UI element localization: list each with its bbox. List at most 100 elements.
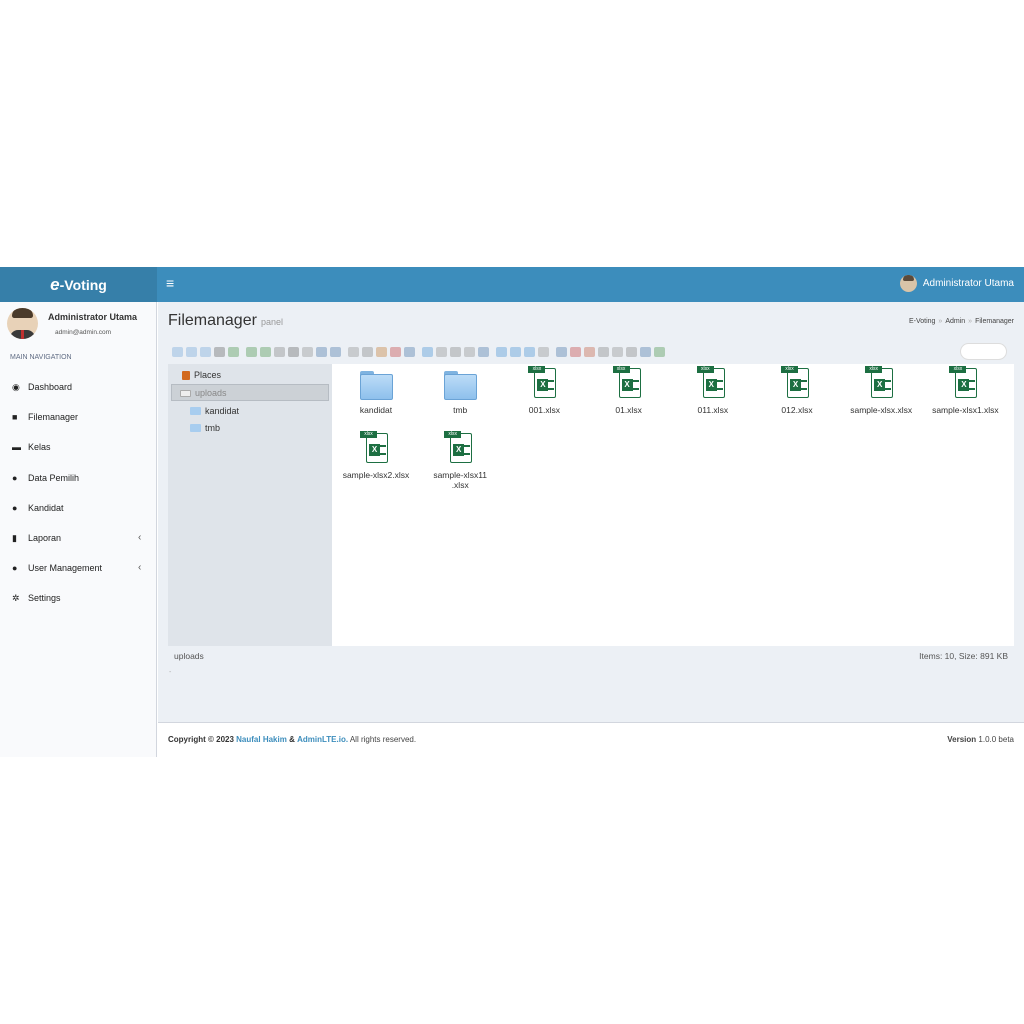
toolbar-button-icon[interactable] bbox=[274, 347, 285, 357]
toolbar-button-icon[interactable] bbox=[496, 347, 507, 357]
file-grid: kandidat tmb xlsx X 001.xlsx xlsx X 01.xlsx xlsx… bbox=[334, 364, 1014, 646]
breadcrumb-admin[interactable]: Admin bbox=[945, 318, 965, 325]
author-link[interactable]: Naufal Hakim bbox=[236, 735, 287, 744]
copyright-text: Copyright © 2023 bbox=[168, 735, 234, 744]
sidebar-item-laporan[interactable]: ▮ Laporan ‹ bbox=[0, 529, 156, 559]
toolbar-button-icon[interactable] bbox=[640, 347, 651, 357]
toolbar-button-icon[interactable] bbox=[186, 347, 197, 357]
toolbar-button-icon[interactable] bbox=[390, 347, 401, 357]
tree-item-kandidat[interactable]: kandidat bbox=[190, 406, 239, 416]
hamburger-icon[interactable]: ≡ bbox=[166, 275, 174, 291]
toolbar-button-icon[interactable] bbox=[612, 347, 623, 357]
sidebar-item-settings[interactable]: ✲ Settings bbox=[0, 589, 156, 619]
toolbar-button-icon[interactable] bbox=[436, 347, 447, 357]
sidebar-item-label: Kelas bbox=[28, 442, 51, 453]
folder-icon bbox=[443, 371, 477, 400]
toolbar-button-icon[interactable] bbox=[302, 347, 313, 357]
status-path: uploads bbox=[174, 651, 204, 661]
toolbar-button-icon[interactable] bbox=[478, 347, 489, 357]
sidebar-item-user-management[interactable]: ● User Management ‹ bbox=[0, 559, 156, 589]
toolbar-button-icon[interactable] bbox=[172, 347, 183, 357]
file-item[interactable]: xlsx X 012.xlsx bbox=[755, 366, 839, 415]
file-item[interactable]: xlsx X 011.xlsx bbox=[671, 366, 755, 415]
folder-item[interactable]: kandidat bbox=[334, 366, 418, 415]
excel-file-icon: xlsx X bbox=[865, 366, 897, 400]
toolbar-button-icon[interactable] bbox=[376, 347, 387, 357]
file-name: kandidat bbox=[359, 405, 393, 415]
excel-file-icon: xlsx X bbox=[696, 366, 729, 400]
content-wrapper: Filemanager panel E-Voting» Admin» Filemana… bbox=[158, 302, 1024, 722]
toolbar-button-icon[interactable] bbox=[538, 347, 549, 357]
version-label: Version bbox=[947, 735, 977, 744]
toolbar-button-icon[interactable] bbox=[200, 347, 211, 357]
user-panel: Administrator Utama admin@admin.com bbox=[7, 308, 152, 346]
tree-item-label: kandidat bbox=[205, 406, 240, 416]
toolbar-button-icon[interactable] bbox=[556, 347, 567, 357]
brand-prefix: e bbox=[50, 275, 60, 294]
dashboard-icon: ◉ bbox=[12, 382, 20, 392]
toolbar-button-icon[interactable] bbox=[584, 347, 595, 357]
toolbar-button-icon[interactable] bbox=[570, 347, 581, 357]
tree-places[interactable]: Places bbox=[182, 370, 221, 380]
folder-item[interactable]: tmb bbox=[418, 366, 502, 415]
brand-logo[interactable]: e-Voting bbox=[0, 267, 157, 302]
sidebar-item-kandidat[interactable]: ● Kandidat bbox=[0, 499, 156, 529]
sidebar-item-filemanager[interactable]: ■ Filemanager bbox=[0, 408, 156, 438]
users-icon: ● bbox=[12, 563, 18, 574]
sidebar-item-dashboard[interactable]: ◉ Dashboard bbox=[0, 378, 156, 408]
excel-file-icon: xlsx X bbox=[360, 431, 392, 465]
breadcrumb-home[interactable]: E-Voting bbox=[909, 318, 935, 325]
toolbar-button-icon[interactable] bbox=[316, 347, 327, 357]
file-item[interactable]: xlsx X 001.xlsx bbox=[502, 366, 586, 415]
user-menu[interactable]: Administrator Utama bbox=[899, 275, 1014, 292]
toolbar-button-icon[interactable] bbox=[288, 347, 299, 357]
toolbar-button-icon[interactable] bbox=[348, 347, 359, 357]
toolbar-button-icon[interactable] bbox=[404, 347, 415, 357]
excel-file-icon: xlsx X bbox=[949, 366, 981, 400]
sidebar-item-label: Laporan bbox=[28, 532, 62, 543]
tree-places-label: Places bbox=[194, 370, 222, 380]
gear-icon: ✲ bbox=[12, 593, 20, 604]
sidebar-item-kelas[interactable]: ▬ Kelas bbox=[0, 438, 156, 468]
toolbar-button-icon[interactable] bbox=[260, 347, 271, 357]
tree-item-tmb[interactable]: tmb bbox=[190, 423, 220, 433]
file-item[interactable]: xlsx X sample-xlsx2.xlsx bbox=[334, 431, 418, 480]
sidebar-item-label: Settings bbox=[28, 593, 61, 604]
toolbar-button-icon[interactable] bbox=[654, 347, 665, 357]
toolbar-button-icon[interactable] bbox=[510, 347, 521, 357]
adminlte-link[interactable]: AdminLTE.io. bbox=[297, 735, 348, 744]
sidebar-item-data-pemilih[interactable]: ● Data Pemilih bbox=[0, 469, 156, 499]
file-item[interactable]: xlsx X sample-xlsx.xlsx bbox=[839, 366, 923, 415]
toolbar-button-icon[interactable] bbox=[524, 347, 535, 357]
toolbar-button-icon[interactable] bbox=[362, 347, 373, 357]
toolbar-button-icon[interactable] bbox=[214, 347, 225, 357]
sidebar-menu: ◉ Dashboard ■ Filemanager ▬ Kelas ● Data Pemili… bbox=[0, 378, 156, 620]
toolbar-button-icon[interactable] bbox=[598, 347, 609, 357]
search-input[interactable] bbox=[960, 343, 1007, 360]
sidebar: Administrator Utama admin@admin.com MAIN… bbox=[0, 302, 157, 757]
profile-email: admin@admin.com bbox=[55, 329, 112, 336]
chevron-left-icon: ‹ bbox=[138, 531, 142, 543]
main-footer: Copyright © 2023 Naufal Hakim & AdminLTE… bbox=[158, 722, 1024, 757]
toolbar-button-icon[interactable] bbox=[450, 347, 461, 357]
file-item[interactable]: xlsx X sample-xlsx1.xlsx bbox=[923, 366, 1007, 415]
file-name: sample-xlsx11 .xlsx bbox=[433, 470, 488, 490]
filemanager-toolbar bbox=[172, 345, 792, 359]
sidebar-item-label: Kandidat bbox=[28, 502, 64, 513]
tree-root[interactable]: uploads bbox=[180, 388, 227, 398]
toolbar-button-icon[interactable] bbox=[626, 347, 637, 357]
tree-root-label: uploads bbox=[195, 388, 227, 398]
toolbar-button-icon[interactable] bbox=[464, 347, 475, 357]
toolbar-button-icon[interactable] bbox=[422, 347, 433, 357]
sidebar-item-label: User Management bbox=[28, 563, 103, 574]
status-info: Items: 10, Size: 891 KB bbox=[919, 651, 1008, 661]
toolbar-button-icon[interactable] bbox=[330, 347, 341, 357]
excel-file-icon: xlsx X bbox=[781, 366, 813, 400]
breadcrumb-current: Filemanager bbox=[975, 318, 1014, 325]
avatar bbox=[7, 308, 38, 339]
app-window: e-Voting ≡ Administrator Utama Administr… bbox=[0, 267, 1024, 757]
file-item[interactable]: xlsx X sample-xlsx11 .xlsx bbox=[418, 431, 502, 490]
toolbar-button-icon[interactable] bbox=[228, 347, 239, 357]
file-item[interactable]: xlsx X 01.xlsx bbox=[587, 366, 671, 415]
toolbar-button-icon[interactable] bbox=[246, 347, 257, 357]
